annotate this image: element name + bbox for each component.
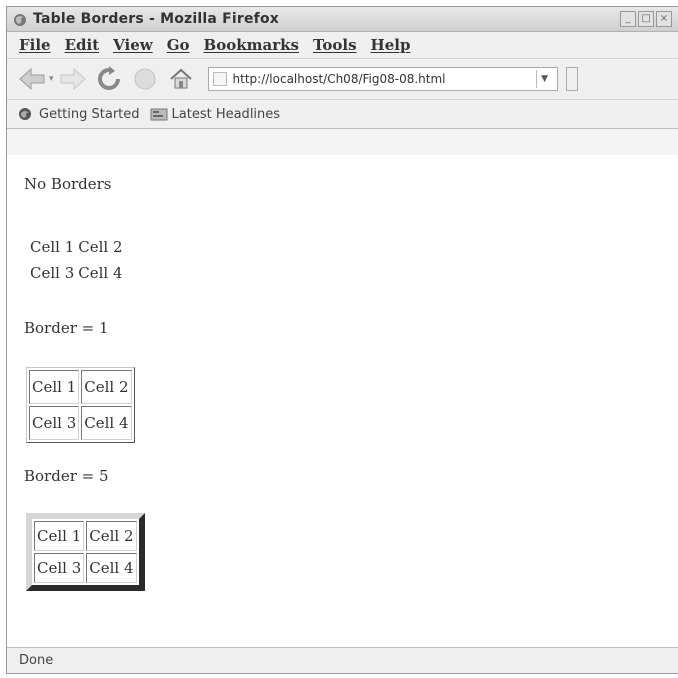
go-button[interactable] [565, 67, 578, 91]
table-row: Cell 1 Cell 2 [34, 521, 137, 551]
menu-view[interactable]: View [113, 36, 153, 54]
browser-window: Table Borders - Mozilla Firefox _ □ × Fi… [6, 6, 678, 674]
status-bar: Done [7, 647, 678, 673]
forward-icon[interactable] [58, 64, 88, 94]
bookmarks-toolbar: Getting Started Latest Headlines [7, 100, 678, 129]
url-dropdown-icon[interactable]: ▼ [535, 70, 553, 88]
table-row: Cell 1 Cell 2 [29, 235, 124, 259]
maximize-button[interactable]: □ [638, 11, 654, 27]
menu-edit[interactable]: Edit [65, 36, 100, 54]
menu-tools[interactable]: Tools [313, 36, 357, 54]
page-content: No Borders Cell 1 Cell 2 Cell 3 Cell 4 B… [7, 155, 678, 647]
table-row: Cell 3 Cell 4 [29, 406, 132, 440]
table-cell: Cell 4 [81, 406, 132, 440]
table-cell: Cell 2 [86, 521, 137, 551]
table-cell: Cell 2 [81, 370, 132, 404]
menu-file[interactable]: File [19, 36, 51, 54]
stop-icon[interactable] [130, 64, 160, 94]
page-icon [212, 72, 227, 86]
url-field[interactable]: http://localhost/Ch08/Fig08-08.html [233, 72, 536, 86]
table-cell: Cell 1 [29, 370, 80, 404]
address-bar[interactable]: http://localhost/Ch08/Fig08-08.html ▼ [207, 67, 558, 91]
table-cell: Cell 3 [34, 553, 85, 583]
table-cell: Cell 4 [78, 264, 123, 282]
firefox-icon [13, 12, 27, 26]
table-cell: Cell 2 [78, 238, 123, 256]
home-icon[interactable] [166, 64, 196, 94]
table-border-1: Cell 1 Cell 2 Cell 3 Cell 4 [26, 367, 135, 443]
table-cell: Cell 3 [29, 406, 80, 440]
heading-border-5: Border = 5 [24, 467, 109, 485]
heading-border-1: Border = 1 [24, 319, 109, 337]
back-dropdown-icon[interactable]: ▾ [49, 74, 54, 84]
table-cell: Cell 1 [30, 238, 75, 256]
status-text: Done [19, 653, 54, 668]
firefox-icon [17, 107, 35, 121]
bookmark-getting-started[interactable]: Getting Started [17, 107, 140, 122]
back-icon[interactable] [17, 64, 47, 94]
menu-bookmarks[interactable]: Bookmarks [204, 36, 299, 54]
minimize-button[interactable]: _ [620, 11, 636, 27]
table-row: Cell 3 Cell 4 [29, 261, 124, 285]
menu-go[interactable]: Go [167, 36, 190, 54]
menu-help[interactable]: Help [371, 36, 411, 54]
reload-icon[interactable] [94, 64, 124, 94]
table-no-borders: Cell 1 Cell 2 Cell 3 Cell 4 [27, 233, 126, 287]
table-cell: Cell 1 [34, 521, 85, 551]
close-button[interactable]: × [656, 11, 672, 27]
table-border-5: Cell 1 Cell 2 Cell 3 Cell 4 [26, 513, 145, 591]
window-title: Table Borders - Mozilla Firefox [33, 11, 280, 27]
table-row: Cell 1 Cell 2 [29, 370, 132, 404]
bookmark-latest-headlines[interactable]: Latest Headlines [150, 106, 281, 122]
rss-icon [150, 107, 168, 121]
table-row: Cell 3 Cell 4 [34, 553, 137, 583]
table-cell: Cell 3 [30, 264, 75, 282]
title-bar: Table Borders - Mozilla Firefox _ □ × [7, 7, 678, 32]
table-cell: Cell 4 [86, 553, 137, 583]
bookmark-label: Getting Started [39, 106, 140, 122]
heading-no-borders: No Borders [24, 175, 112, 193]
navigation-toolbar: ▾ http://localhost/Ch08/Fig08-08.html ▼ [7, 59, 678, 100]
bookmark-label: Latest Headlines [171, 106, 281, 122]
menu-bar: File Edit View Go Bookmarks Tools Help [7, 32, 678, 59]
